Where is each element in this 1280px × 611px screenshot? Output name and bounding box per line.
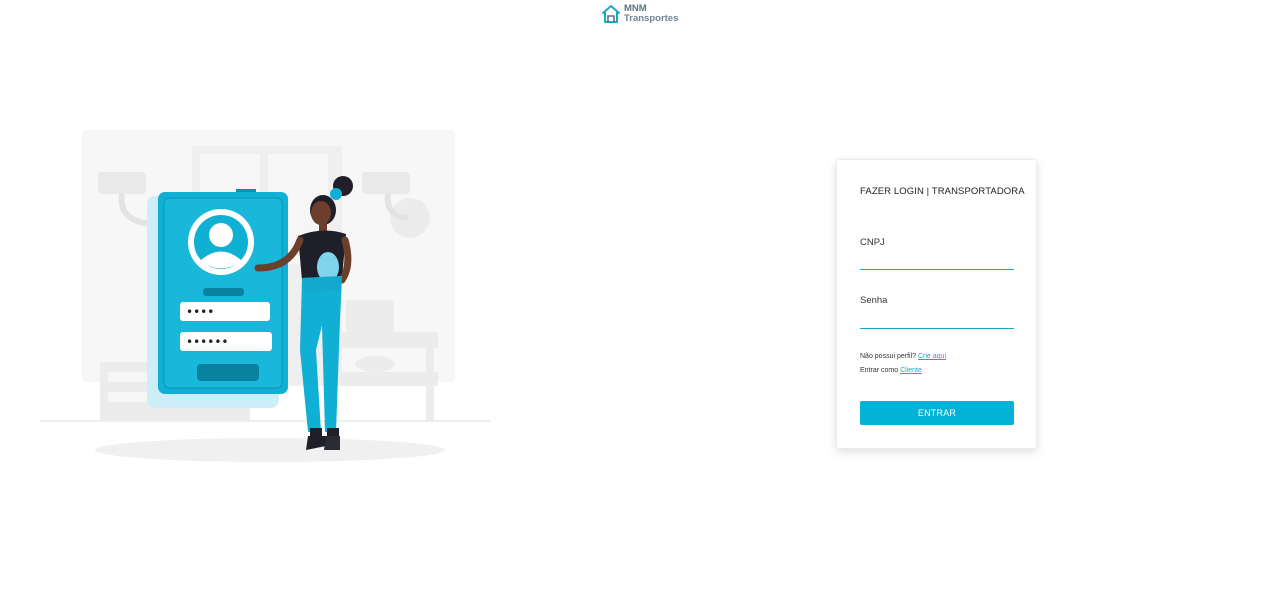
masked-input-short: •••• — [186, 305, 214, 319]
login-illustration: •••• •••••• — [40, 120, 500, 470]
brand-logo[interactable]: MNM Transportes — [601, 4, 678, 24]
login-page: MNM Transportes •••• •••••• FAZER LOGIN … — [0, 0, 1280, 611]
brand-line2: Transportes — [624, 13, 679, 24]
login-title: FAZER LOGIN | TRANSPORTADORA — [860, 186, 1025, 197]
cnpj-label: CNPJ — [860, 237, 885, 248]
password-input[interactable] — [860, 312, 1014, 329]
client-login-line: Entrar como Cliente — [860, 367, 922, 374]
cnpj-input[interactable] — [860, 253, 1014, 270]
signup-link[interactable]: Crie aqui — [918, 353, 946, 360]
masked-input-long: •••••• — [186, 335, 228, 349]
login-card: FAZER LOGIN | TRANSPORTADORA CNPJ Senha … — [836, 159, 1037, 449]
enter-button[interactable]: ENTRAR — [860, 401, 1014, 425]
client-login-link[interactable]: Cliente — [900, 367, 922, 374]
password-label: Senha — [860, 295, 888, 306]
signup-line: Não possui perfil? Crie aqui — [860, 353, 946, 360]
client-prefix: Entrar como — [860, 367, 899, 374]
signup-prefix: Não possui perfil? — [860, 353, 917, 360]
house-icon — [602, 5, 620, 23]
brand-name: MNM Transportes — [624, 4, 678, 24]
